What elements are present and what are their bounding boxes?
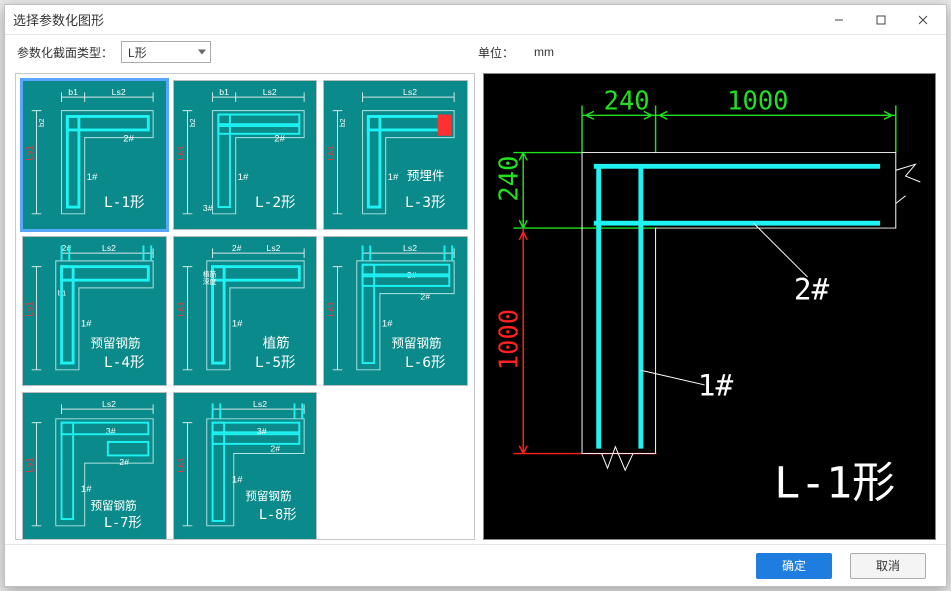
preview-dim-side-top: 240 — [494, 156, 524, 202]
svg-text:1#: 1# — [81, 484, 92, 495]
svg-text:Ls2: Ls2 — [102, 243, 116, 253]
preview-label: L-1形 — [774, 459, 895, 509]
toolbar: 参数化截面类型： L形 单位： mm — [5, 35, 946, 69]
svg-text:Ls1: Ls1 — [25, 457, 36, 473]
svg-text:Ls1: Ls1 — [175, 301, 186, 317]
svg-text:1#: 1# — [231, 474, 242, 485]
svg-text:b1: b1 — [219, 87, 229, 97]
dim-b1: b1 — [68, 87, 78, 97]
svg-text:深度: 深度 — [203, 277, 217, 286]
dialog-footer: 确定 取消 — [5, 544, 946, 586]
window-title: 选择参数化图形 — [13, 10, 824, 29]
mark1: 1# — [87, 172, 98, 183]
svg-text:Ls1: Ls1 — [25, 301, 36, 317]
svg-text:L-5形: L-5形 — [255, 354, 296, 371]
svg-text:预留钢筋: 预留钢筋 — [392, 336, 442, 351]
unit-value: mm — [534, 45, 554, 59]
svg-text:2#: 2# — [274, 134, 285, 145]
thumb-L8[interactable]: Ls2 Ls1 3# 2# 1# 预留钢筋 L-8形 — [173, 392, 318, 540]
preview-dim-top-right: 1000 — [727, 86, 788, 116]
type-label: 参数化截面类型： — [17, 44, 113, 61]
svg-text:1#: 1# — [231, 318, 242, 329]
chevron-down-icon — [198, 50, 206, 55]
type-combo-value: L形 — [128, 44, 147, 61]
svg-text:L-8形: L-8形 — [258, 507, 296, 523]
svg-text:L-4形: L-4形 — [104, 354, 145, 371]
preview-dim-top-left: 240 — [604, 86, 650, 116]
svg-text:L-6形: L-6形 — [405, 354, 446, 371]
titlebar: 选择参数化图形 — [5, 5, 946, 35]
svg-text:预留钢筋: 预留钢筋 — [245, 489, 291, 503]
cancel-button[interactable]: 取消 — [850, 553, 926, 579]
dialog-body: b1 Ls2 Ls1 b2 2# 1# L-1形 — [5, 69, 946, 544]
minimize-button[interactable] — [824, 8, 854, 32]
svg-text:Ls1: Ls1 — [175, 457, 186, 473]
maximize-button[interactable] — [866, 8, 896, 32]
preview-dim-side-bottom: 1000 — [494, 309, 524, 370]
mark2: 2# — [123, 134, 134, 145]
svg-text:Ls2: Ls2 — [253, 399, 267, 409]
dim-ls1: Ls1 — [25, 145, 36, 161]
svg-text:预留钢筋: 预留钢筋 — [90, 498, 136, 512]
svg-text:L-3形: L-3形 — [405, 194, 446, 211]
svg-text:Ls1: Ls1 — [175, 145, 186, 161]
svg-text:2#: 2# — [231, 243, 241, 253]
svg-text:Ls2: Ls2 — [403, 87, 417, 97]
thumb-L1[interactable]: b1 Ls2 Ls1 b2 2# 1# L-1形 — [22, 80, 167, 230]
svg-text:1#: 1# — [382, 318, 393, 329]
thumb-L6[interactable]: Ls2 Ls1 3# 2# 1# 预留钢筋 L-6形 — [323, 236, 468, 386]
thumb-L7[interactable]: Ls2 Ls1 3# 2# 1# 预留钢筋 L-7形 — [22, 392, 167, 540]
svg-text:b2: b2 — [339, 118, 348, 127]
thumb-L5[interactable]: 2# Ls2 Ls1 植筋 深度 1# 植筋 L-5形 — [173, 236, 318, 386]
preview-mark2: 2# — [794, 273, 830, 307]
thumb-label: L-1形 — [104, 194, 145, 211]
svg-text:L-2形: L-2形 — [255, 194, 296, 211]
dim-ls2: Ls2 — [112, 87, 126, 97]
svg-text:植筋: 植筋 — [203, 269, 217, 278]
dim-b2: b2 — [37, 118, 46, 127]
shape-gallery: b1 Ls2 Ls1 b2 2# 1# L-1形 — [15, 73, 475, 540]
svg-text:Ls1: Ls1 — [326, 301, 337, 317]
svg-text:1#: 1# — [388, 172, 399, 183]
svg-text:预留钢筋: 预留钢筋 — [90, 336, 140, 351]
type-combo[interactable]: L形 — [121, 41, 211, 63]
svg-text:2#: 2# — [119, 457, 129, 467]
svg-text:3#: 3# — [203, 203, 213, 213]
unit-label: 单位： — [478, 44, 514, 61]
unit-block: 单位： mm — [478, 44, 554, 61]
svg-text:植筋: 植筋 — [262, 335, 289, 351]
preview-mark1: 1# — [698, 369, 734, 403]
close-button[interactable] — [908, 8, 938, 32]
svg-text:L-7形: L-7形 — [104, 515, 142, 531]
svg-text:1#: 1# — [237, 172, 248, 183]
svg-text:3#: 3# — [257, 426, 267, 436]
svg-text:2#: 2# — [270, 444, 280, 454]
thumb-L2[interactable]: b1 Ls2 Ls1 b2 2# 1# 3# L-2形 — [173, 80, 318, 230]
dialog-window: 选择参数化图形 参数化截面类型： L形 单位： mm — [4, 4, 947, 587]
window-buttons — [824, 8, 938, 32]
svg-text:Ls2: Ls2 — [262, 87, 276, 97]
svg-text:Ls2: Ls2 — [102, 399, 116, 409]
ok-button[interactable]: 确定 — [756, 553, 832, 579]
svg-text:Ls2: Ls2 — [266, 243, 280, 253]
thumb-L3[interactable]: Ls2 Ls1 b2 1# 预埋件 L-3形 — [323, 80, 468, 230]
svg-text:Ls1: Ls1 — [326, 145, 337, 161]
svg-text:b2: b2 — [188, 118, 197, 127]
svg-text:2#: 2# — [421, 291, 431, 301]
preview-panel: 240 1000 240 1000 — [483, 73, 936, 540]
thumb-L4[interactable]: 2# Ls2 Ls1 b1 1# 预留钢筋 L-4形 — [22, 236, 167, 386]
svg-text:预埋件: 预埋件 — [407, 169, 445, 183]
svg-text:Ls2: Ls2 — [403, 243, 417, 253]
svg-text:1#: 1# — [81, 318, 92, 329]
